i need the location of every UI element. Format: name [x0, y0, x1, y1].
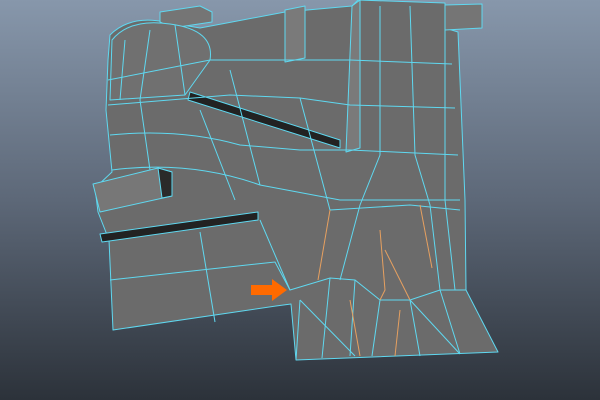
mesh-block-top-right [444, 3, 483, 31]
mesh-pillar [284, 5, 306, 63]
3d-viewport[interactable] [0, 0, 600, 400]
mesh-canvas[interactable] [0, 0, 600, 400]
polygon-mesh[interactable] [92, 0, 499, 361]
